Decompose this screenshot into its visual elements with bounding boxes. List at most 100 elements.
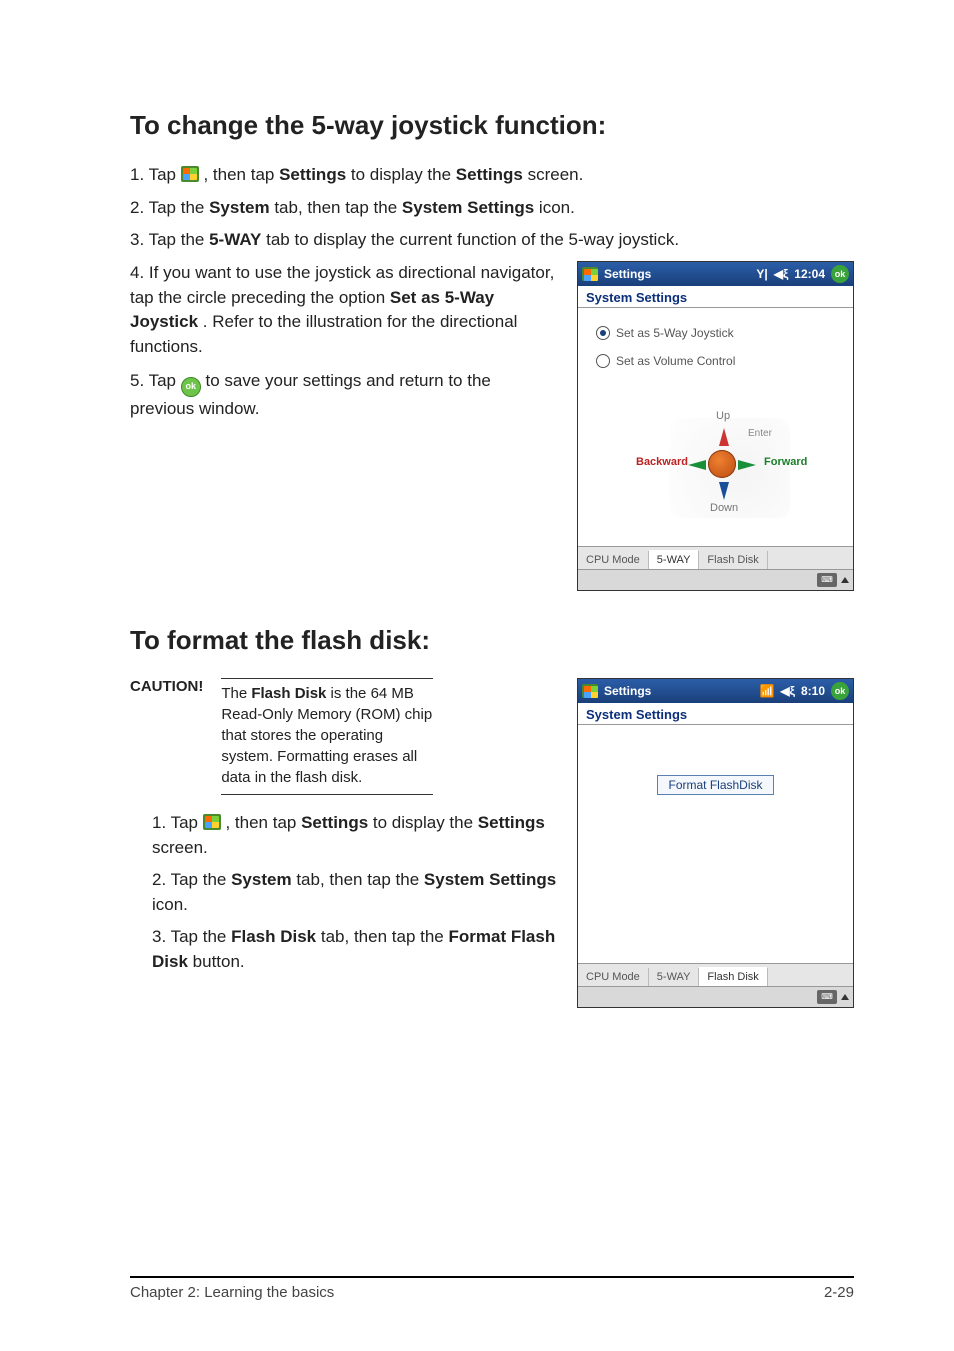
text-bold: Flash Disk [251,685,326,702]
page-footer: Chapter 2: Learning the basics 2-29 [130,1276,854,1301]
tab-flash-disk[interactable]: Flash Disk [699,551,767,569]
caution-box: CAUTION! The Flash Disk is the 64 MB Rea… [130,678,557,795]
wm-header: System Settings [578,703,853,725]
tab-5way[interactable]: 5-WAY [649,968,700,986]
wm-title: Settings [604,684,753,698]
text: to display the [351,165,456,184]
text-bold: System [231,870,291,889]
text: , then tap [203,165,279,184]
arrow-up-icon [719,428,729,446]
text: screen. [528,165,584,184]
ok-button[interactable]: ok [831,265,849,283]
wm-clock: 8:10 [801,684,825,698]
text-bold: Flash Disk [231,927,316,946]
signal-icon: Y| [756,267,767,281]
joystick-hub-icon [708,450,736,478]
start-icon [181,166,199,182]
text: screen. [152,838,208,857]
keyboard-icon[interactable]: ⌨ [817,990,837,1004]
start-icon[interactable] [582,684,598,698]
speaker-icon: ◀ξ [774,267,789,281]
step-1: 1. Tap , then tap Settings to display th… [130,163,854,188]
text: 2. Tap the [152,870,231,889]
text: to display the [373,813,478,832]
arrow-down-icon [719,482,729,500]
label-forward: Forward [764,456,807,468]
start-icon[interactable] [582,267,598,281]
screenshot-flashdisk: Settings 📶 ◀ξ 8:10 ok System Settings Fo… [577,678,854,1008]
text-bold: Settings [301,813,368,832]
step-3: 3. Tap the 5-WAY tab to display the curr… [130,228,854,253]
radio-dot[interactable] [596,354,610,368]
label-up: Up [716,410,730,422]
tab-cpu-mode[interactable]: CPU Mode [578,551,649,569]
caution-label: CAUTION! [130,678,203,795]
text-bold: Settings [456,165,523,184]
text-bold: System Settings [402,198,534,217]
radio-volume[interactable]: Set as Volume Control [596,354,841,368]
text: The [221,685,251,702]
text: tab, then tap the [296,870,424,889]
text: icon. [152,895,188,914]
text: , then tap [225,813,301,832]
label-enter: Enter [748,428,772,439]
joystick-diagram: Up Enter Backward Forward Down [630,398,810,538]
text: 5. Tap [130,371,181,390]
fmt-step-3: 3. Tap the Flash Disk tab, then tap the … [152,925,557,974]
text-bold: Settings [478,813,545,832]
ok-button[interactable]: ok [831,682,849,700]
footer-page-number: 2-29 [824,1284,854,1301]
text-bold: System [209,198,269,217]
up-caret-icon[interactable] [841,994,849,1000]
tab-5way[interactable]: 5-WAY [649,550,700,569]
speaker-icon: ◀ξ [780,684,795,698]
text: tab to display the current function of t… [266,230,679,249]
wm-titlebar: Settings 📶 ◀ξ 8:10 ok [578,679,853,703]
text-bold: 5-WAY [209,230,261,249]
wm-tabs: CPU Mode 5-WAY Flash Disk [578,546,853,569]
fmt-step-1: 1. Tap , then tap Settings to display th… [152,811,557,860]
arrow-left-icon [688,460,706,470]
text: icon. [539,198,575,217]
wm-header: System Settings [578,286,853,308]
screenshot-5way: Settings Y| ◀ξ 12:04 ok System Settings … [577,261,854,591]
signal-icon: 📶 [759,684,774,698]
step-2: 2. Tap the System tab, then tap the Syst… [130,196,854,221]
text: button. [193,952,245,971]
up-caret-icon[interactable] [841,577,849,583]
heading-format-flash: To format the flash disk: [130,625,854,656]
tab-cpu-mode[interactable]: CPU Mode [578,968,649,986]
footer-chapter: Chapter 2: Learning the basics [130,1284,334,1301]
wm-bottombar: ⌨ [578,569,853,590]
start-icon [203,814,221,830]
text-bold: Settings [279,165,346,184]
radio-label: Set as Volume Control [616,354,735,368]
wm-tabs: CPU Mode 5-WAY Flash Disk [578,963,853,986]
tab-flash-disk[interactable]: Flash Disk [699,967,767,986]
wm-titlebar: Settings Y| ◀ξ 12:04 ok [578,262,853,286]
label-down: Down [710,502,738,514]
arrow-right-icon [738,460,756,470]
label-backward: Backward [636,456,688,468]
wm-title: Settings [604,267,750,281]
text: tab, then tap the [321,927,449,946]
text: 2. Tap the [130,198,209,217]
heading-joystick: To change the 5-way joystick function: [130,110,854,141]
fmt-step-2: 2. Tap the System tab, then tap the Syst… [152,868,557,917]
text: 1. Tap [130,165,181,184]
keyboard-icon[interactable]: ⌨ [817,573,837,587]
text: 3. Tap the [130,230,209,249]
radio-dot-selected[interactable] [596,326,610,340]
step-4: 4. If you want to use the joystick as di… [130,261,557,360]
caution-text: The Flash Disk is the 64 MB Read-Only Me… [221,678,433,795]
radio-5way[interactable]: Set as 5-Way Joystick [596,326,841,340]
text: 1. Tap [152,813,203,832]
text-bold: System Settings [424,870,556,889]
radio-label: Set as 5-Way Joystick [616,326,734,340]
step-5: 5. Tap ok to save your settings and retu… [130,369,557,421]
format-flashdisk-button[interactable]: Format FlashDisk [657,775,773,795]
text: 3. Tap the [152,927,231,946]
wm-bottombar: ⌨ [578,986,853,1007]
wm-clock: 12:04 [794,267,825,281]
text: tab, then tap the [274,198,402,217]
